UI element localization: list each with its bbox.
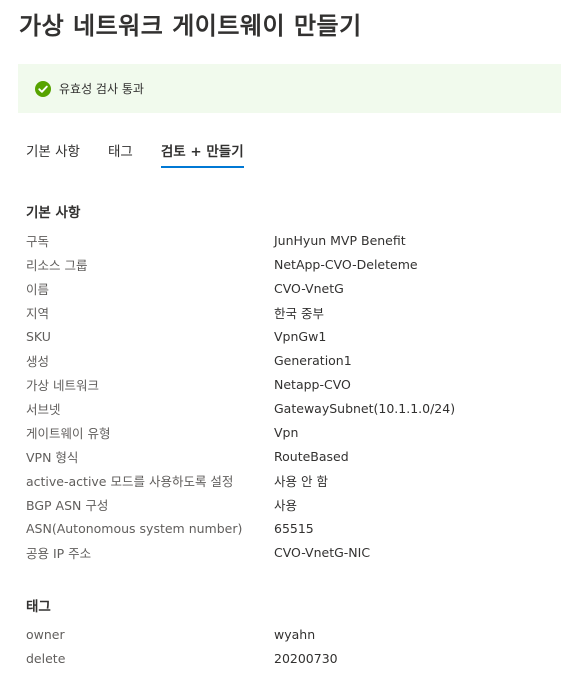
summary-value: CVO-VnetG-NIC bbox=[274, 544, 371, 560]
summary-value: 65515 bbox=[274, 520, 314, 536]
summary-row: 게이트웨이 유형 Vpn bbox=[26, 420, 546, 444]
summary-row: 리소스 그룹 NetApp-CVO-Deleteme bbox=[26, 252, 546, 276]
summary-label: 생성 bbox=[26, 353, 50, 369]
summary-value: wyahn bbox=[274, 626, 316, 642]
summary-label: 지역 bbox=[26, 305, 50, 321]
tab-bar: 기본 사항 태그 검토 + 만들기 bbox=[26, 140, 272, 168]
summary-row: BGP ASN 구성 사용 bbox=[26, 492, 546, 516]
summary-value: 한국 중부 bbox=[274, 305, 324, 321]
summary-value: 20200730 bbox=[274, 650, 338, 666]
check-circle-icon bbox=[35, 80, 51, 97]
summary-row: delete 20200730 bbox=[26, 646, 546, 670]
summary-row: 지역 한국 중부 bbox=[26, 300, 546, 324]
summary-label: 가상 네트워크 bbox=[26, 377, 99, 393]
summary-label: 게이트웨이 유형 bbox=[26, 425, 111, 441]
summary-row: 가상 네트워크 Netapp-CVO bbox=[26, 372, 546, 396]
summary-row: 생성 Generation1 bbox=[26, 348, 546, 372]
summary-value: RouteBased bbox=[274, 448, 349, 464]
summary-label: ASN(Autonomous system number) bbox=[26, 520, 243, 536]
summary-label: delete bbox=[26, 650, 66, 666]
summary-row: VPN 형식 RouteBased bbox=[26, 444, 546, 468]
summary-row: 공용 IP 주소 CVO-VnetG-NIC bbox=[26, 540, 546, 564]
summary-value: VpnGw1 bbox=[274, 328, 327, 344]
tab-tags[interactable]: 태그 bbox=[108, 140, 133, 168]
section-title-tags: 태그 bbox=[26, 599, 51, 615]
summary-label: active-active 모드를 사용하도록 설정 bbox=[26, 473, 234, 489]
validation-status-text: 유효성 검사 통과 bbox=[59, 82, 144, 96]
summary-row: 서브넷 GatewaySubnet(10.1.1.0/24) bbox=[26, 396, 546, 420]
summary-value: Generation1 bbox=[274, 352, 352, 368]
summary-value: JunHyun MVP Benefit bbox=[274, 232, 406, 248]
tab-review-create[interactable]: 검토 + 만들기 bbox=[160, 140, 244, 168]
summary-row: ASN(Autonomous system number) 65515 bbox=[26, 516, 546, 540]
summary-row: owner wyahn bbox=[26, 622, 546, 646]
summary-label: 이름 bbox=[26, 281, 50, 297]
summary-value: GatewaySubnet(10.1.1.0/24) bbox=[274, 400, 456, 416]
summary-label: 리소스 그룹 bbox=[26, 257, 88, 273]
tab-basics[interactable]: 기본 사항 bbox=[26, 140, 80, 168]
validation-banner: 유효성 검사 통과 bbox=[18, 64, 561, 113]
summary-row: 구독 JunHyun MVP Benefit bbox=[26, 228, 546, 252]
tags-summary-list: owner wyahn delete 20200730 bbox=[26, 622, 546, 670]
summary-row: SKU VpnGw1 bbox=[26, 324, 546, 348]
summary-value: 사용 안 함 bbox=[274, 473, 328, 489]
summary-label: owner bbox=[26, 626, 65, 642]
summary-label: 구독 bbox=[26, 233, 50, 249]
summary-row: 이름 CVO-VnetG bbox=[26, 276, 546, 300]
summary-label: VPN 형식 bbox=[26, 449, 79, 465]
summary-value: NetApp-CVO-Deleteme bbox=[274, 256, 418, 272]
section-title-basics: 기본 사항 bbox=[26, 205, 81, 221]
summary-label: 서브넷 bbox=[26, 401, 61, 417]
summary-value: Vpn bbox=[274, 424, 299, 440]
summary-value: Netapp-CVO bbox=[274, 376, 351, 392]
summary-label: BGP ASN 구성 bbox=[26, 497, 109, 513]
basics-summary-list: 구독 JunHyun MVP Benefit 리소스 그룹 NetApp-CVO… bbox=[26, 228, 546, 564]
summary-label: 공용 IP 주소 bbox=[26, 545, 92, 561]
summary-value: CVO-VnetG bbox=[274, 280, 344, 296]
summary-row: active-active 모드를 사용하도록 설정 사용 안 함 bbox=[26, 468, 546, 492]
page-title: 가상 네트워크 게이트웨이 만들기 bbox=[19, 12, 362, 40]
summary-label: SKU bbox=[26, 328, 51, 344]
summary-value: 사용 bbox=[274, 497, 298, 513]
